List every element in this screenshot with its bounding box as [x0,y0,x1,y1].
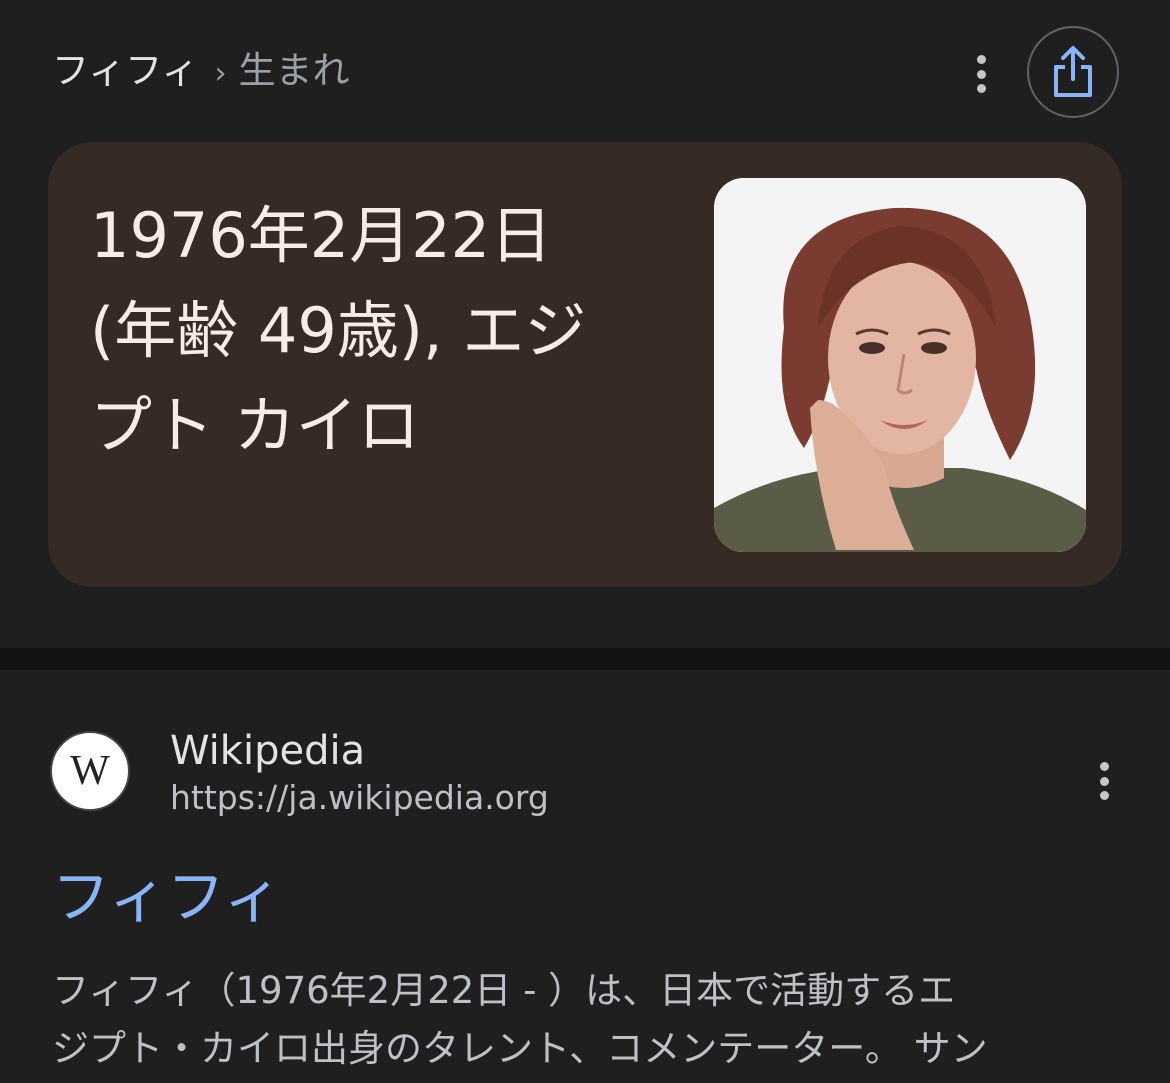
breadcrumb-root[interactable]: フィフィ [52,49,199,92]
answer-text: 1976年2月22日 (年齢 49歳), エジ プト カイロ [90,188,650,473]
portrait-illustration [714,178,1086,552]
top-bar: フィフィ › 生まれ [0,0,1170,140]
breadcrumb-separator: › [214,56,227,91]
snippet-line: ジプト・カイロ出身のタレント、コメンテーター。 サン [52,1027,988,1070]
answer-line: (年齢 49歳), エジ [90,294,587,367]
portrait-photo[interactable] [714,178,1086,552]
site-url[interactable]: https://ja.wikipedia.org [170,776,549,820]
share-icon [1054,46,1092,97]
site-name[interactable]: Wikipedia [170,726,365,776]
more-vert-icon[interactable] [969,55,993,93]
wikipedia-logo[interactable]: W [50,731,130,811]
answer-line: 1976年2月22日 [90,199,553,272]
answer-line: プト カイロ [90,389,420,462]
logo-text: W [70,748,110,794]
answer-card: 1976年2月22日 (年齢 49歳), エジ プト カイロ [48,142,1122,587]
share-button[interactable] [1027,26,1119,118]
result-snippet: フィフィ（1976年2月22日 - ）は、日本で活動するエ ジプト・カイロ出身の… [52,962,1132,1078]
breadcrumb-leaf: 生まれ [238,49,350,92]
more-vert-icon[interactable] [1092,762,1116,800]
breadcrumb: フィフィ › 生まれ [52,46,350,99]
section-divider [0,648,1170,670]
snippet-line: フィフィ（1976年2月22日 - ）は、日本で活動するエ [52,969,956,1012]
result-title-link[interactable]: フィフィ [52,862,282,932]
